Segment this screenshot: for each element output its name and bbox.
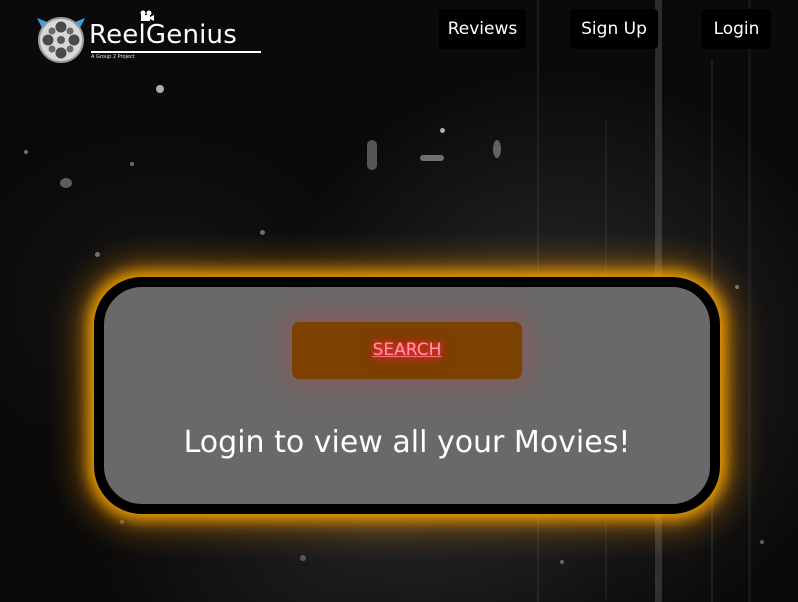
brand-tagline: A Group 2 Project [91,54,135,60]
search-button[interactable]: SEARCH [292,322,522,379]
search-button-label: SEARCH [372,340,442,360]
brand-name: ReelGenius [89,20,237,50]
login-prompt-card: SEARCH Login to view all your Movies! [94,277,720,514]
sign-up-button[interactable]: Sign Up [570,9,658,49]
film-reel-icon [37,17,85,63]
login-button[interactable]: Login [702,9,771,49]
brand-underline [91,51,261,53]
reviews-button[interactable]: Reviews [439,9,526,49]
login-prompt-message: Login to view all your Movies! [183,425,631,460]
brand-logo[interactable]: ReelGenius A Group 2 Project [33,10,273,66]
